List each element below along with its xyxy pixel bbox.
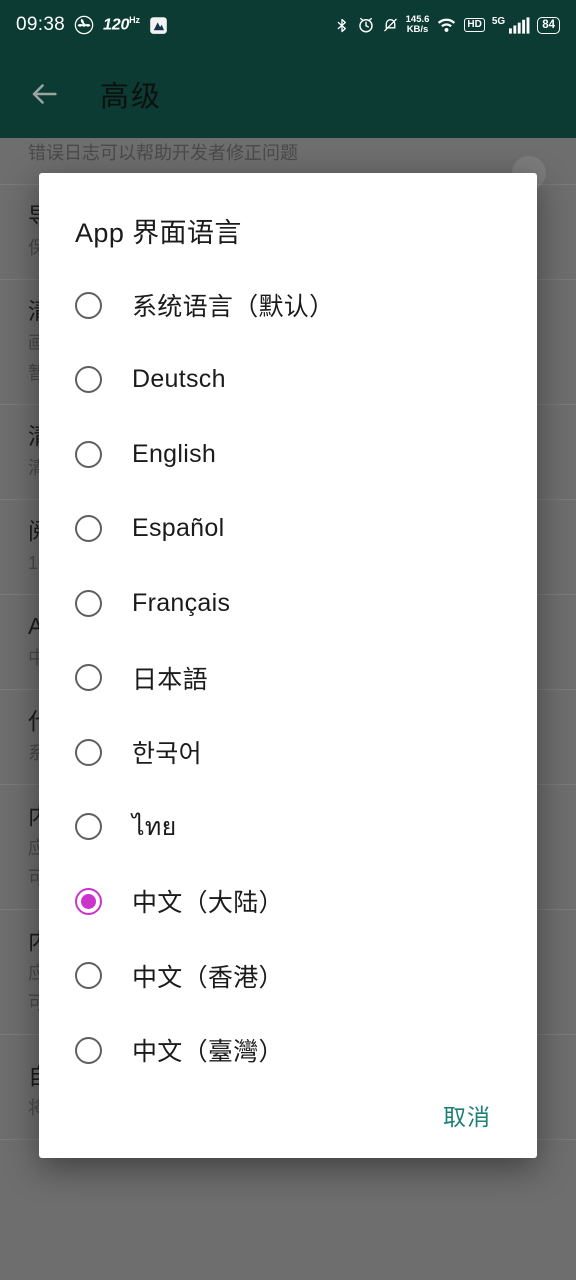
radio-button-unselected-icon[interactable]	[75, 515, 102, 543]
page-title: 高级	[100, 81, 163, 113]
language-option-list: 系统语言（默认） Deutsch English Español Françai…	[39, 264, 537, 1072]
back-arrow-icon[interactable]	[16, 66, 72, 122]
dialog-action-bar: 取消	[39, 1072, 537, 1158]
app-bar: 高级	[0, 50, 576, 138]
language-option-label: 中文（臺灣）	[132, 1038, 284, 1067]
network-type-label: 5G	[491, 15, 506, 27]
refresh-rate-value: 120	[103, 16, 130, 34]
language-dialog: App 界面语言 系统语言（默认） Deutsch English Españo…	[39, 173, 537, 1158]
language-option-label: 系统语言（默认）	[132, 293, 335, 322]
language-option-row[interactable]: Español	[39, 492, 537, 567]
radio-button-unselected-icon[interactable]	[75, 440, 102, 468]
mute-bell-icon	[382, 16, 399, 34]
radio-button-unselected-icon[interactable]	[75, 738, 102, 766]
refresh-rate-unit: Hz	[129, 15, 140, 26]
clock: 09:38	[16, 14, 66, 35]
status-bar-left: 09:38 120Hz	[16, 14, 168, 36]
bluetooth-icon	[334, 16, 350, 35]
radio-button-selected-icon[interactable]	[75, 887, 102, 915]
radio-button-unselected-icon[interactable]	[75, 366, 102, 394]
language-option-label: 日本語	[132, 665, 208, 694]
language-option-row[interactable]: English	[39, 417, 537, 492]
radio-button-unselected-icon[interactable]	[75, 1036, 102, 1064]
list-item-subtitle: 错误日志可以帮助开发者修正问题	[28, 143, 298, 163]
language-option-row[interactable]: Français	[39, 566, 537, 641]
language-option-label: ไทย	[132, 812, 177, 841]
refresh-rate-badge: 120Hz	[103, 15, 140, 34]
language-option-label: 한국어	[132, 740, 202, 769]
language-option-row[interactable]: 系统语言（默认）	[39, 268, 537, 343]
network-speed: 145.6 KB/s	[406, 15, 430, 35]
radio-button-unselected-icon[interactable]	[75, 291, 102, 319]
phone-screen: 错误日志可以帮助开发者修正问题 导出日志 保存日志到文件 清除图片缓存 画廊缓存…	[0, 0, 576, 1280]
language-option-label: 中文（大陆）	[132, 889, 284, 918]
status-bar-right: 145.6 KB/s HD 5G 84	[334, 15, 560, 35]
language-option-label: Deutsch	[132, 365, 226, 394]
language-option-label: 中文（香港）	[132, 963, 284, 992]
language-option-label: English	[132, 439, 217, 468]
alarm-icon	[357, 16, 375, 34]
language-option-row[interactable]: ไทย	[39, 790, 537, 865]
language-option-row[interactable]: 中文（臺灣）	[39, 1013, 537, 1072]
language-option-row[interactable]: 中文（香港）	[39, 939, 537, 1014]
language-option-label: Español	[132, 514, 225, 543]
language-option-row[interactable]: 한국어	[39, 715, 537, 790]
wifi-icon	[436, 16, 457, 34]
dialog-title: App 界面语言	[75, 218, 242, 248]
status-bar: 09:38 120Hz 145.6 KB/s HD 5G 84	[0, 0, 576, 50]
cancel-button[interactable]: 取消	[427, 1086, 507, 1144]
language-option-row[interactable]: Deutsch	[39, 343, 537, 418]
battery-icon: 84	[537, 16, 560, 34]
signal-icon	[509, 16, 530, 34]
app-badge-icon	[149, 16, 168, 35]
radio-button-unselected-icon[interactable]	[75, 664, 102, 692]
language-option-row[interactable]: 日本語	[39, 641, 537, 716]
language-option-label: Français	[132, 588, 231, 617]
network-speed-unit: KB/s	[406, 24, 429, 35]
radio-button-unselected-icon[interactable]	[75, 589, 102, 617]
radio-button-unselected-icon[interactable]	[75, 962, 102, 990]
hd-icon: HD	[464, 18, 485, 32]
language-option-row-selected[interactable]: 中文（大陆）	[39, 864, 537, 939]
fan-icon	[74, 15, 94, 35]
radio-button-unselected-icon[interactable]	[75, 813, 102, 841]
